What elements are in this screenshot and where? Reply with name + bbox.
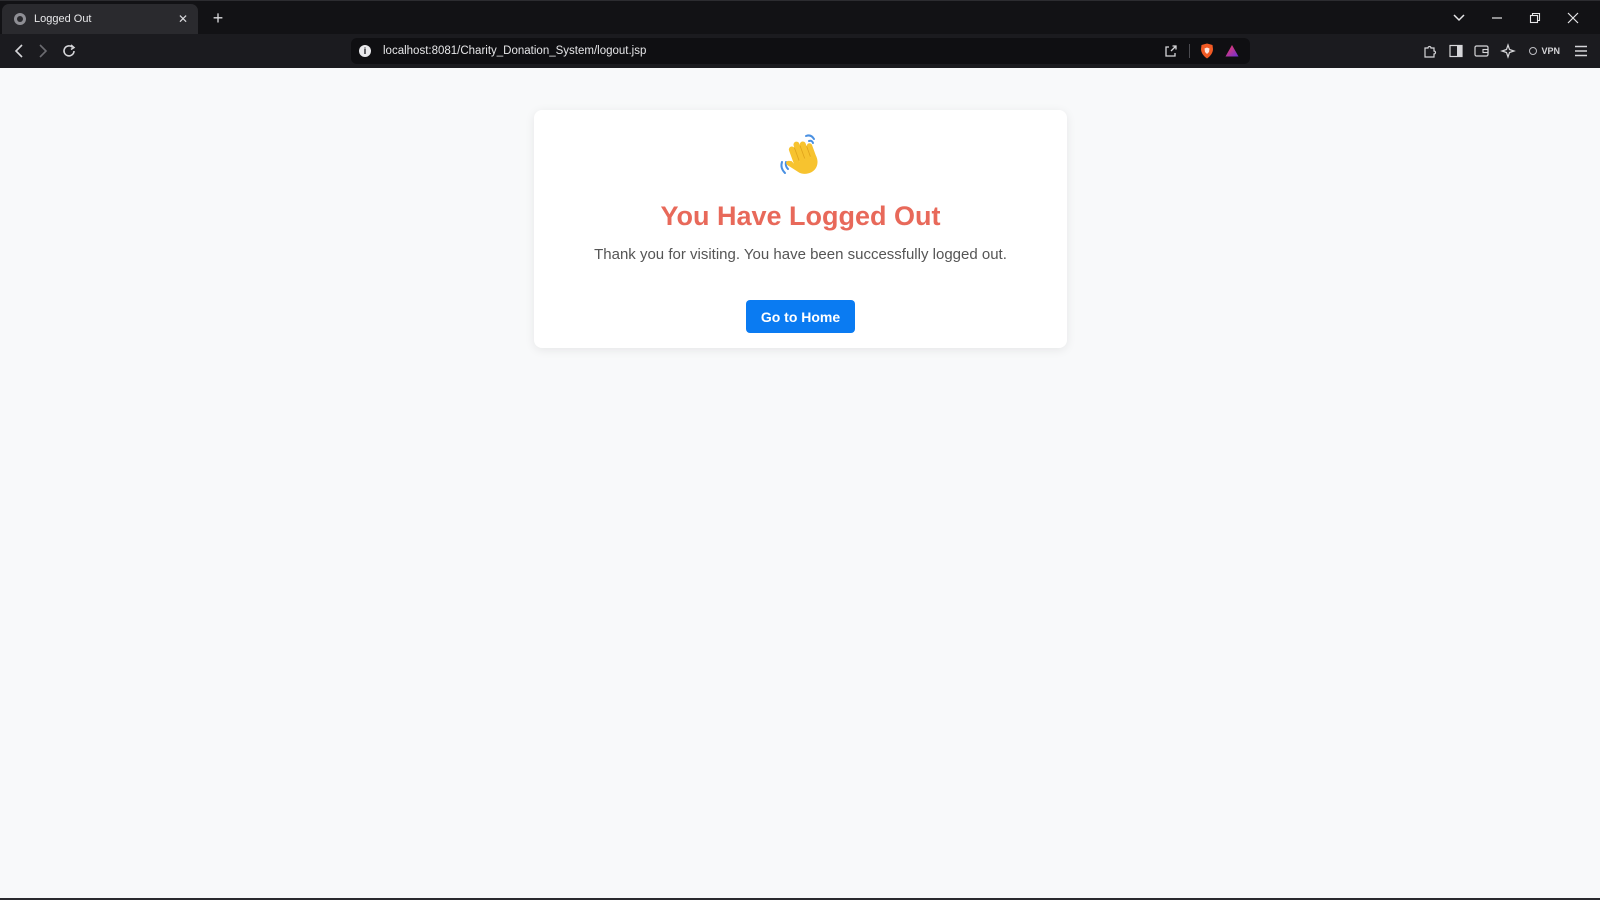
tab-strip: Logged Out ✕ + — [0, 0, 1600, 34]
brave-rewards-icon[interactable] — [1224, 43, 1240, 59]
tab-logged-out[interactable]: Logged Out ✕ — [2, 4, 198, 34]
back-button[interactable] — [7, 39, 31, 63]
close-tab-icon[interactable]: ✕ — [176, 12, 190, 26]
vpn-label: VPN — [1541, 46, 1560, 56]
tab-search-icon[interactable] — [1440, 1, 1478, 35]
vpn-button[interactable]: VPN — [1525, 44, 1564, 58]
page-content: You Have Logged Out Thank you for visiti… — [0, 68, 1600, 900]
sidebar-icon[interactable] — [1447, 42, 1465, 60]
toolbar: i localhost:8081/Charity_Donation_System… — [0, 34, 1600, 68]
tab-title: Logged Out — [34, 13, 92, 25]
wallet-icon[interactable] — [1473, 42, 1491, 60]
logout-card: You Have Logged Out Thank you for visiti… — [534, 110, 1067, 348]
forward-button[interactable] — [31, 39, 55, 63]
info-icon[interactable]: i — [359, 45, 371, 57]
close-window-button[interactable] — [1554, 1, 1592, 35]
window-controls — [1440, 1, 1592, 35]
waving-hand-icon — [534, 132, 1067, 182]
leo-ai-icon[interactable] — [1499, 42, 1517, 60]
reload-button[interactable] — [57, 39, 81, 63]
minimize-button[interactable] — [1478, 1, 1516, 35]
toolbar-actions: VPN — [1421, 39, 1590, 63]
url-text[interactable]: localhost:8081/Charity_Donation_System/l… — [383, 45, 1163, 57]
new-tab-button[interactable]: + — [208, 8, 228, 28]
brave-shields-icon[interactable] — [1200, 43, 1214, 59]
divider — [1189, 44, 1190, 58]
browser-chrome: Logged Out ✕ + i localhost:8081/Charity_… — [0, 0, 1600, 68]
logout-message: Thank you for visiting. You have been su… — [594, 246, 1007, 263]
share-icon[interactable] — [1163, 43, 1179, 59]
page-title: You Have Logged Out — [660, 201, 941, 231]
vpn-status-icon — [1529, 47, 1538, 55]
restore-button[interactable] — [1516, 1, 1554, 35]
address-bar[interactable]: i localhost:8081/Charity_Donation_System… — [351, 38, 1250, 64]
globe-icon — [14, 13, 26, 25]
go-to-home-button[interactable]: Go to Home — [746, 300, 855, 333]
puzzle-icon[interactable] — [1421, 42, 1439, 60]
hamburger-menu-icon[interactable] — [1572, 42, 1590, 60]
